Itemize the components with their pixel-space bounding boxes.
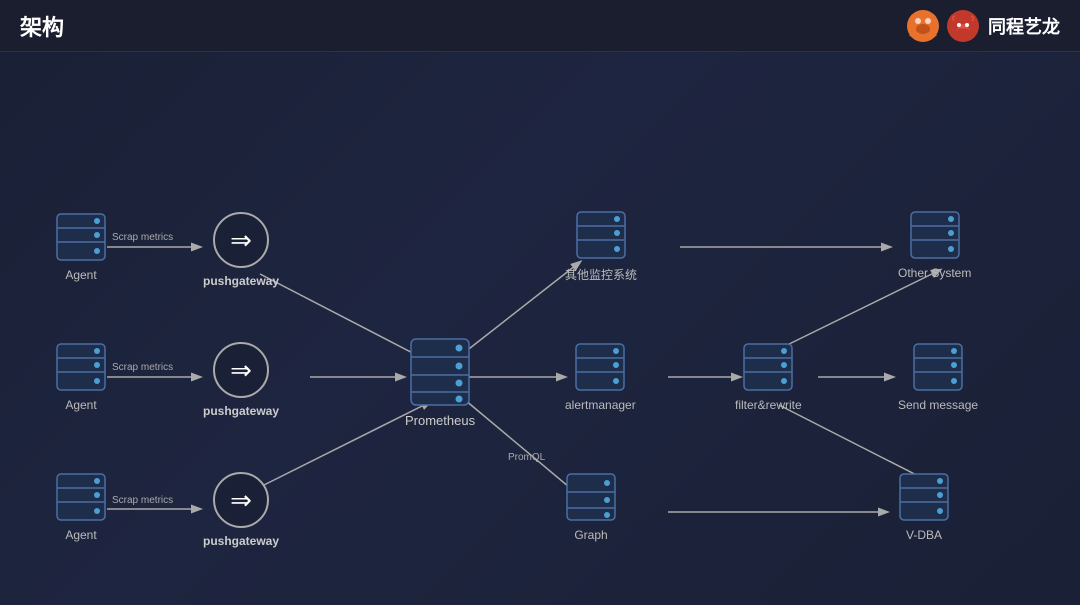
agent2-icon: [55, 342, 107, 392]
pushgateway2-label: pushgateway: [203, 404, 279, 418]
pushgateway1-label: pushgateway: [203, 274, 279, 288]
header: 架构 同程艺龙: [0, 0, 1080, 52]
agent3-icon: [55, 472, 107, 522]
graph-label: Graph: [574, 528, 607, 542]
filter-rewrite-label: filter&rewrite: [735, 398, 802, 412]
send-message-component: Send message: [898, 342, 978, 412]
agent2-label: Agent: [65, 398, 96, 412]
vdba-component: V-DBA: [898, 472, 950, 542]
dragon-icon: [946, 9, 980, 43]
agent1-label: Agent: [65, 268, 96, 282]
other-system-label: Other System: [898, 266, 971, 280]
pushgateway1-icon: ⇒: [213, 212, 269, 268]
logo-icons: [906, 9, 980, 43]
prometheus-icon: [409, 337, 471, 407]
alertmanager-icon: [574, 342, 626, 392]
pushgateway1-component: ⇒ pushgateway: [203, 212, 279, 288]
send-message-label: Send message: [898, 398, 978, 412]
other-monitor-label: 其他监控系统: [565, 266, 637, 283]
agent2-component: Agent: [55, 342, 107, 412]
pushgateway3-component: ⇒ pushgateway: [203, 472, 279, 548]
agent3-component: Agent: [55, 472, 107, 542]
prometheus-label: Prometheus: [405, 413, 475, 428]
logo-area: 同程艺龙: [906, 9, 1060, 43]
pushgateway2-icon: ⇒: [213, 342, 269, 398]
crab-icon: [906, 9, 940, 43]
other-system-icon: [909, 210, 961, 260]
send-message-icon: [912, 342, 964, 392]
architecture-diagram: Agent Scrap metrics ⇒ pushgateway Agent …: [0, 52, 1080, 605]
agent1-component: Agent: [55, 212, 107, 282]
pushgateway2-component: ⇒ pushgateway: [203, 342, 279, 418]
agent1-icon: [55, 212, 107, 262]
pushgateway3-label: pushgateway: [203, 534, 279, 548]
alertmanager-label: alertmanager: [565, 398, 636, 412]
logo-text: 同程艺龙: [988, 13, 1060, 39]
graph-component: Graph: [565, 472, 617, 542]
vdba-label: V-DBA: [906, 528, 942, 542]
alertmanager-component: alertmanager: [565, 342, 636, 412]
other-system-component: Other System: [898, 210, 971, 280]
vdba-icon: [898, 472, 950, 522]
prometheus-component: Prometheus: [405, 337, 475, 428]
pushgateway3-icon: ⇒: [213, 472, 269, 528]
other-monitor-component: 其他监控系统: [565, 210, 637, 283]
page-title: 架构: [20, 10, 64, 42]
agent3-label: Agent: [65, 528, 96, 542]
filter-rewrite-component: filter&rewrite: [735, 342, 802, 412]
graph-icon: [565, 472, 617, 522]
filter-rewrite-icon: [742, 342, 794, 392]
other-monitor-icon: [575, 210, 627, 260]
